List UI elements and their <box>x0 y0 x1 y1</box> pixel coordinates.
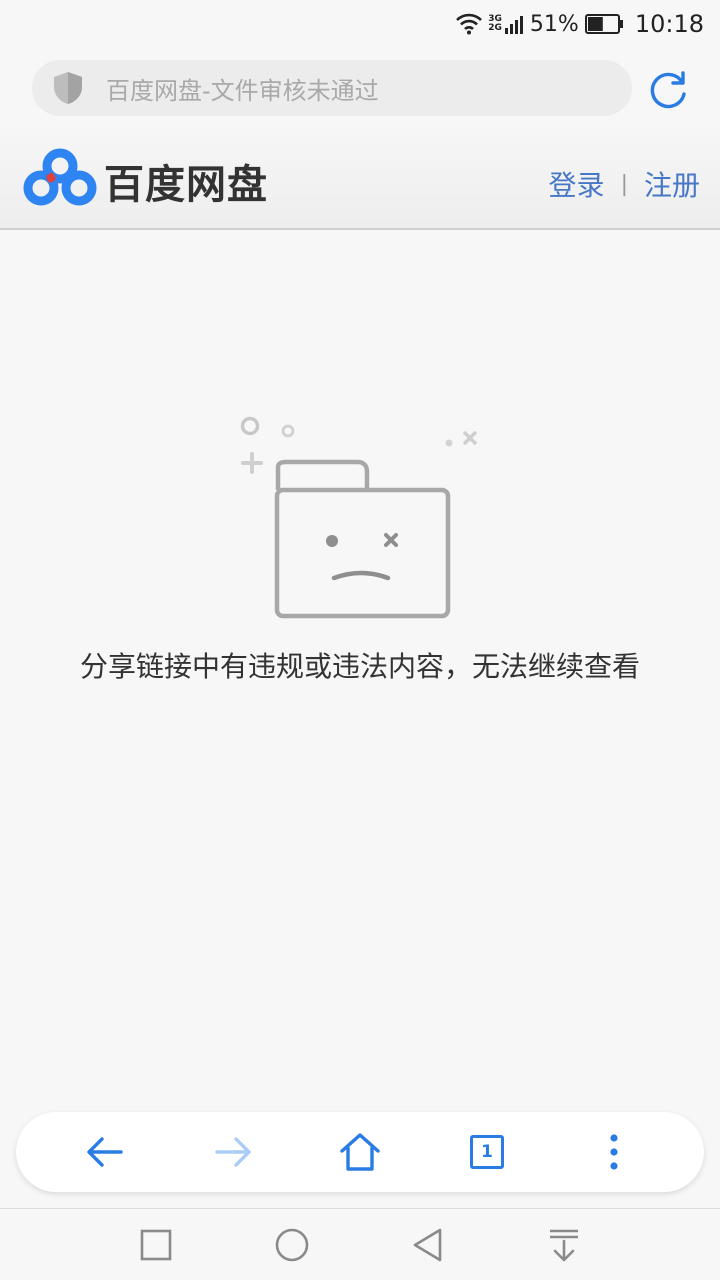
browser-toolbar: 1 <box>16 1112 704 1192</box>
home-circle-icon[interactable] <box>274 1227 310 1263</box>
recent-apps-icon[interactable] <box>138 1227 174 1263</box>
tabs-button[interactable]: 1 <box>463 1128 511 1176</box>
back-triangle-icon[interactable] <box>410 1227 446 1263</box>
baidu-netdisk-logo-icon[interactable] <box>22 148 98 210</box>
home-icon <box>340 1133 380 1171</box>
wifi-icon <box>456 13 483 35</box>
forward-arrow-icon <box>215 1137 251 1167</box>
site-header: 百度网盘 登录 | 注册 <box>0 128 720 230</box>
login-link[interactable]: 登录 <box>549 164 605 204</box>
page: 3G 2G 51% 10:18 百度网盘-文件审核未通过 百度网盘 登录 | 注… <box>0 0 720 1280</box>
back-button[interactable] <box>81 1128 129 1176</box>
forward-button[interactable] <box>209 1128 257 1176</box>
status-bar: 3G 2G 51% 10:18 <box>0 0 720 48</box>
auth-separator: | <box>620 171 628 197</box>
address-bar: 百度网盘-文件审核未通过 <box>0 48 720 128</box>
system-nav-bar <box>0 1208 720 1280</box>
logo-text[interactable]: 百度网盘 <box>104 152 268 210</box>
register-link[interactable]: 注册 <box>644 164 700 204</box>
refresh-icon[interactable] <box>646 68 690 112</box>
signal-icon: 3G 2G <box>488 14 524 34</box>
battery-icon <box>584 13 625 35</box>
back-arrow-icon <box>87 1137 123 1167</box>
url-field[interactable]: 百度网盘-文件审核未通过 <box>32 60 632 116</box>
notification-pull-icon[interactable] <box>546 1227 582 1263</box>
tab-count: 1 <box>481 1142 493 1162</box>
more-icon <box>610 1134 618 1170</box>
tabs-icon: 1 <box>470 1135 504 1169</box>
sad-folder-icon <box>240 416 477 619</box>
clock: 10:18 <box>634 10 704 38</box>
shield-icon <box>54 72 82 104</box>
battery-percent: 51% <box>529 11 579 37</box>
page-title: 百度网盘-文件审核未通过 <box>106 76 379 105</box>
more-button[interactable] <box>590 1128 638 1176</box>
error-message: 分享链接中有违规或违法内容，无法继续查看 <box>79 650 640 683</box>
auth-links: 登录 | 注册 <box>549 164 700 204</box>
home-button[interactable] <box>336 1128 384 1176</box>
network-type-bottom: 2G <box>488 23 502 33</box>
